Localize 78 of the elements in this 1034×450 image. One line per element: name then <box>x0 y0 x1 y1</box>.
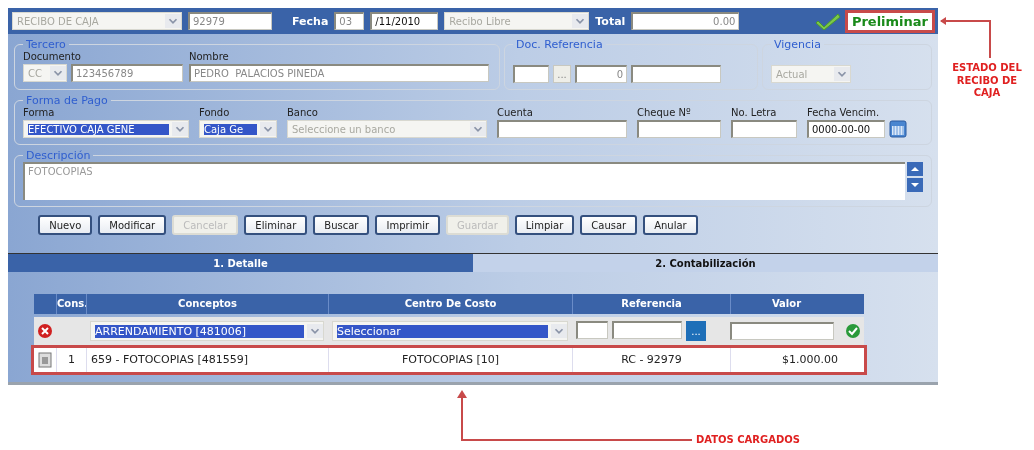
input-field[interactable] <box>612 321 682 339</box>
caret-icon <box>470 122 486 136</box>
browse-button[interactable]: ... <box>553 65 571 83</box>
section-legend: Doc. Referencia <box>513 38 606 51</box>
document-field[interactable]: 123456789 <box>71 64 183 82</box>
section-legend: Forma de Pago <box>23 94 111 107</box>
table-cell: RC - 92979 <box>572 348 730 372</box>
tab[interactable]: 2. Contabilización <box>473 254 938 272</box>
column-header: Cons. <box>56 294 86 314</box>
table-cell: FOTOCOPIAS [10] <box>328 348 572 372</box>
checkmark-icon <box>815 12 842 30</box>
caret-icon <box>572 14 589 28</box>
caret-icon <box>551 324 567 338</box>
input-field[interactable] <box>513 65 549 83</box>
action-button[interactable]: Causar <box>580 215 638 235</box>
field-label: Fecha Vencim. <box>807 107 881 118</box>
status-label: Preliminar <box>847 12 932 30</box>
browse-button[interactable]: ... <box>686 321 706 341</box>
action-button[interactable]: Modificar <box>98 215 167 235</box>
confirm-icon[interactable] <box>845 323 861 339</box>
caret-icon <box>834 67 850 81</box>
name-field[interactable]: PEDRO PALACIOS PINEDA <box>189 64 489 82</box>
caret-icon <box>307 324 323 338</box>
dropdown[interactable]: EFECTIVO CAJA GENE <box>23 120 189 138</box>
table-cell: 1 <box>56 348 86 372</box>
delete-icon[interactable] <box>37 323 53 339</box>
scroll-down-icon[interactable] <box>907 178 923 192</box>
field-label: No. Letra <box>731 107 778 118</box>
input-field[interactable] <box>497 120 627 138</box>
field-label: Documento <box>23 51 82 62</box>
dropdown[interactable]: Caja Ge <box>199 120 277 138</box>
document-icon[interactable] <box>37 352 53 368</box>
section-legend: Tercero <box>23 38 69 51</box>
month-year-field[interactable]: /11/2010 <box>370 12 439 30</box>
caret-icon <box>172 122 188 136</box>
field-label: Cheque Nº <box>637 107 692 118</box>
input-field[interactable] <box>731 120 797 138</box>
scroll-up-icon[interactable] <box>907 162 923 176</box>
annotation-label: DATOS CARGADOS <box>696 434 800 447</box>
reference-number-field[interactable]: 0 <box>575 65 627 83</box>
action-button[interactable]: Nuevo <box>38 215 93 235</box>
action-button[interactable]: Eliminar <box>244 215 308 235</box>
value-field[interactable] <box>730 322 834 340</box>
section-legend: Descripción <box>23 149 94 162</box>
total-field[interactable]: 0.00 <box>631 12 740 30</box>
day-field[interactable]: 03 <box>334 12 365 30</box>
field-label: Nombre <box>189 51 230 62</box>
tab[interactable]: 1. Detalle <box>8 254 473 272</box>
section-legend: Vigencia <box>771 38 824 51</box>
action-button[interactable]: Anular <box>643 215 698 235</box>
number-field[interactable]: 92979 <box>188 12 272 30</box>
total-label: Total <box>595 14 626 28</box>
input-field[interactable] <box>576 321 608 339</box>
leader-line <box>940 17 991 59</box>
field-label: Cuenta <box>497 107 534 118</box>
table-cell: 659 - FOTOCOPIAS [481559] <box>86 348 328 372</box>
concept-dropdown[interactable]: ARRENDAMIENTO [481006] <box>90 321 324 341</box>
caret-icon <box>260 122 276 136</box>
caret-icon <box>50 66 66 80</box>
column-header: Referencia <box>572 294 730 314</box>
date-label: Fecha <box>292 14 329 28</box>
cost-center-dropdown[interactable]: Seleccionar <box>332 321 568 341</box>
column-header: Conceptos <box>86 294 328 314</box>
action-button[interactable]: Limpiar <box>514 215 575 235</box>
column-header: Valor <box>730 294 842 314</box>
annotation-label: ESTADO DEL RECIBO DE CAJA <box>951 62 1023 100</box>
calendar-icon[interactable] <box>889 120 907 138</box>
field-label: Banco <box>287 107 319 118</box>
input-field[interactable] <box>637 120 721 138</box>
input-field[interactable] <box>631 65 721 83</box>
field-label: Forma <box>23 107 56 118</box>
table-cell: $1.000.00 <box>730 348 842 372</box>
action-button[interactable]: Imprimir <box>375 215 441 235</box>
field-label: Fondo <box>199 107 231 118</box>
action-button[interactable]: Buscar <box>313 215 370 235</box>
caret-icon <box>165 14 181 28</box>
date-field[interactable]: 0000-00-00 <box>807 120 885 138</box>
column-header: Centro De Costo <box>328 294 572 314</box>
